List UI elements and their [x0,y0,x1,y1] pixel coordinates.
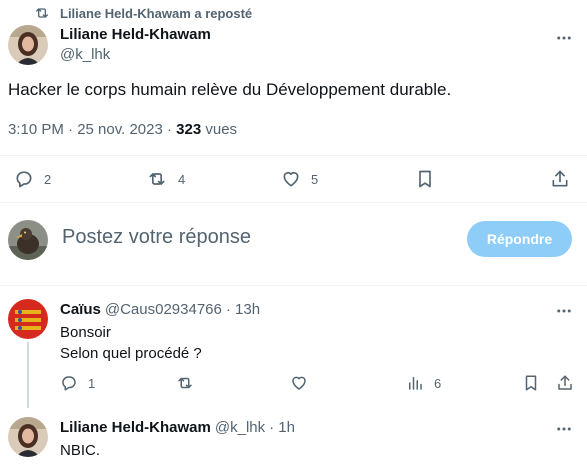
share-icon[interactable] [550,169,570,189]
reply-author-handle[interactable]: @Caus02934766 [105,301,222,318]
bookmark-icon[interactable] [522,374,540,392]
reply-author-avatar[interactable] [8,299,48,339]
reply-author-name[interactable]: Caïus [60,301,101,318]
views-count: 323 [176,121,202,138]
more-options-icon[interactable] [555,302,573,320]
repost-count: 4 [178,171,186,187]
reply-text-line: Selon quel procédé ? [60,345,202,362]
repost-header: Liliane Held-Khawam a reposté [34,4,252,22]
reply-text: Bonsoir Selon quel procédé ? [60,322,202,364]
bookmark-icon[interactable] [415,169,435,189]
views-label: vues [201,121,238,138]
tweet-time[interactable]: 3:10 PM · 25 nov. 2023 · [8,121,176,138]
reply-input[interactable]: Postez votre réponse [62,226,251,249]
reply-time[interactable]: · 13h [226,301,260,318]
thread-line [27,342,29,408]
repost-label[interactable]: Liliane Held-Khawam a reposté [60,6,252,21]
reply-action[interactable]: 2 [14,169,51,189]
like-action[interactable]: 5 [281,169,318,189]
author-avatar[interactable] [8,25,48,65]
repost-icon [146,169,168,189]
reply-text-line: Bonsoir [60,324,111,341]
more-options-icon[interactable] [555,420,573,438]
repost-icon [34,5,50,21]
divider [0,285,587,286]
heart-icon[interactable] [290,374,308,392]
share-icon[interactable] [556,374,574,392]
reply-author-avatar[interactable] [8,417,48,457]
divider [0,202,587,203]
reply-button[interactable]: Répondre [467,221,572,257]
current-user-avatar[interactable] [8,220,48,260]
author-handle[interactable]: @k_lhk [60,46,110,63]
views-count: 6 [434,375,442,391]
reply-text: NBIC. [60,440,100,461]
reply-count: 2 [44,171,52,187]
reply-author-name[interactable]: Liliane Held-Khawam [60,419,211,436]
heart-icon [281,169,301,189]
reply-author-handle[interactable]: @k_lhk [215,419,265,436]
divider [0,155,587,156]
reply-time[interactable]: · 1h [269,419,295,436]
views-action[interactable]: 6 [406,374,441,392]
reply-icon [14,169,34,189]
reply-text-line: NBIC. [60,442,101,459]
reply-count: 1 [88,375,96,391]
more-options-icon[interactable] [555,29,573,47]
reply-header: Caïus @Caus02934766 · 13h [60,301,260,318]
repost-icon[interactable] [175,374,195,392]
author-name[interactable]: Liliane Held-Khawam [60,26,211,43]
reply-icon [60,374,78,392]
tweet-text: Hacker le corps humain relève du Dévelop… [8,80,452,99]
analytics-icon [406,374,424,392]
reply-action[interactable]: 1 [60,374,95,392]
repost-action[interactable]: 4 [146,169,185,189]
like-count: 5 [311,171,319,187]
reply-header: Liliane Held-Khawam @k_lhk · 1h [60,419,295,436]
tweet-meta: 3:10 PM · 25 nov. 2023 · 323 vues [8,121,237,138]
